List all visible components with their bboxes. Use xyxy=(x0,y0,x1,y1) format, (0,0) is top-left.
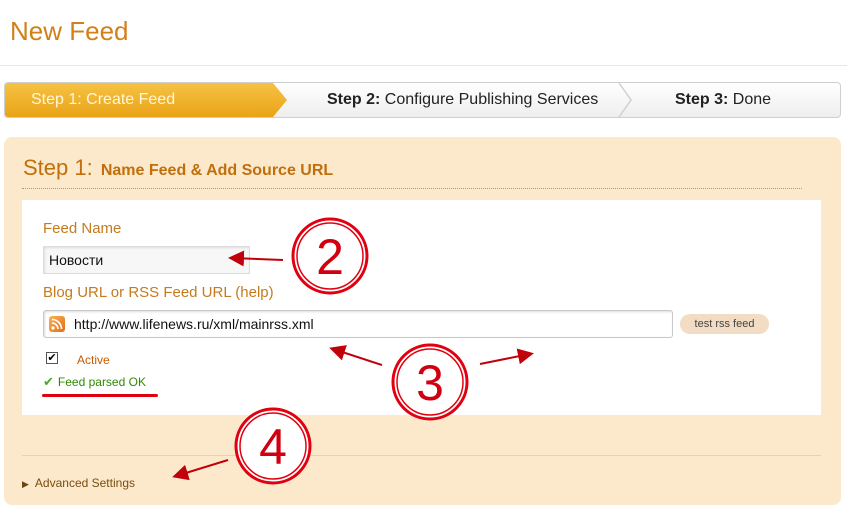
step-1-tab[interactable]: Step 1: Create Feed xyxy=(5,83,287,117)
check-icon: ✔ xyxy=(43,374,54,389)
bottom-divider xyxy=(22,455,821,456)
panel-title: Step 1: Name Feed & Add Source URL xyxy=(23,155,333,181)
step-2-number: Step 2: xyxy=(327,91,381,108)
page-header: New Feed xyxy=(0,0,847,66)
feed-name-input[interactable]: Новости xyxy=(43,246,250,274)
step-2-tab[interactable]: Step 2: Configure Publishing Services xyxy=(327,83,598,117)
panel-subtitle: Name Feed & Add Source URL xyxy=(100,162,334,179)
feed-status: ✔ Feed parsed OK xyxy=(43,374,146,390)
step-2-label: Configure Publishing Services xyxy=(384,91,599,108)
status-underline-annotation xyxy=(42,394,158,397)
step-separator-icon xyxy=(618,83,632,117)
advanced-settings-toggle[interactable]: ▶ Advanced Settings xyxy=(22,476,135,490)
step-3-label: Done xyxy=(732,91,772,108)
active-label: Active xyxy=(77,353,110,367)
feed-url-value: http://www.lifenews.ru/xml/mainrss.xml xyxy=(74,316,314,332)
test-rss-feed-button[interactable]: test rss feed xyxy=(680,314,769,334)
panel-step-prefix: Step 1: xyxy=(23,155,93,180)
feed-name-label: Feed Name xyxy=(43,220,122,237)
advanced-settings-label: Advanced Settings xyxy=(34,476,135,490)
feed-form: Feed Name Новости Blog URL or RSS Feed U… xyxy=(22,200,821,415)
feed-status-text: Feed parsed OK xyxy=(57,375,146,389)
step-3-tab[interactable]: Step 3: Done xyxy=(675,83,771,117)
rss-icon xyxy=(49,316,65,332)
expand-triangle-icon: ▶ xyxy=(22,479,29,489)
step-1-number: Step 1: xyxy=(31,91,82,108)
active-checkbox[interactable]: ✔ xyxy=(46,352,58,364)
step-3-number: Step 3: xyxy=(675,91,729,108)
feed-url-input[interactable]: http://www.lifenews.ru/xml/mainrss.xml xyxy=(43,310,673,338)
step-wizard: Step 1: Create Feed Step 2: Configure Pu… xyxy=(4,82,841,118)
page-title: New Feed xyxy=(10,16,129,46)
title-divider xyxy=(22,188,802,189)
step-1-label: Create Feed xyxy=(86,91,176,108)
feed-url-label[interactable]: Blog URL or RSS Feed URL (help) xyxy=(43,284,274,301)
create-feed-panel: Step 1: Name Feed & Add Source URL Feed … xyxy=(4,137,841,505)
